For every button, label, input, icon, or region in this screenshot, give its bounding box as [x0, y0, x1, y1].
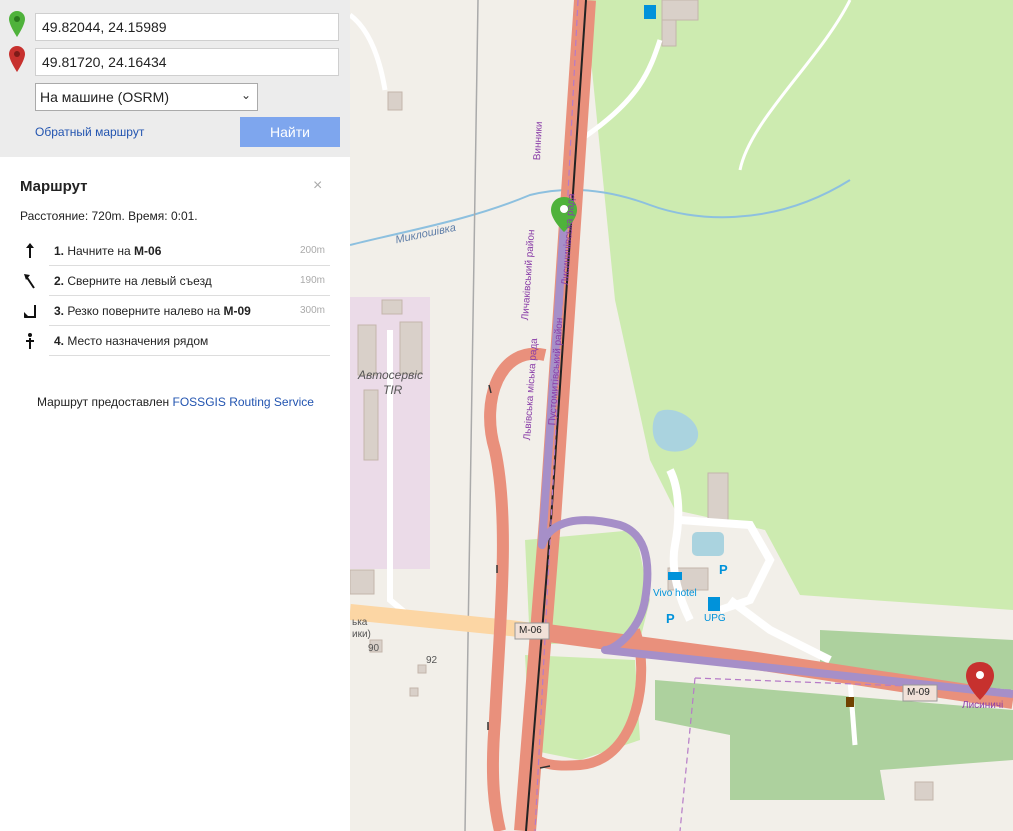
- hotel-label: Vivo hotel: [653, 588, 697, 599]
- routing-engine-selected: На машине (OSRM): [40, 89, 169, 105]
- end-marker-icon: [9, 46, 25, 72]
- step-distance: 200m: [299, 245, 325, 256]
- parking-icon: P: [666, 611, 675, 626]
- fuel-icon: [644, 5, 656, 19]
- routing-form: На машине (OSRM) ⌄ Обратный маршрут Найт…: [0, 0, 350, 157]
- house-number: 90: [368, 643, 380, 654]
- route-step[interactable]: 3. Резко поверните налево на M-09 300m: [20, 296, 330, 326]
- road-ref-m09: M-09: [907, 687, 930, 698]
- street-label-partial: ька: [352, 617, 368, 628]
- attribution: Маршрут предоставлен FOSSGIS Routing Ser…: [37, 395, 314, 409]
- map[interactable]: Миклошівка Автосервіс TIR Винники Личакі…: [350, 0, 1013, 831]
- parking-icon: P: [719, 562, 728, 577]
- autoservice-label-2: TIR: [383, 383, 403, 397]
- route-step[interactable]: 2. Сверните на левый съезд 190m: [20, 266, 330, 296]
- hotel-icon: [668, 572, 682, 580]
- fuel-icon: [708, 597, 720, 611]
- from-input[interactable]: [35, 13, 339, 41]
- house-number: 92: [426, 655, 438, 666]
- route-title: Маршрут: [20, 178, 88, 195]
- reverse-route-link[interactable]: Обратный маршрут: [35, 125, 144, 139]
- vynnyky-label: Винники: [532, 121, 546, 161]
- sidebar: На машине (OSRM) ⌄ Обратный маршрут Найт…: [0, 0, 350, 831]
- route-step[interactable]: 1. Начните на M-06 200m: [20, 236, 330, 266]
- autoservice-label: Автосервіс: [358, 368, 423, 382]
- map-canvas[interactable]: [350, 0, 1013, 831]
- lysynychi-label: Лисиничі: [962, 700, 1004, 711]
- route-step[interactable]: 4. Место назначения рядом: [20, 326, 330, 356]
- close-icon[interactable]: ×: [313, 177, 322, 195]
- road-ref-m06: M-06: [519, 625, 542, 636]
- step-distance: 300m: [299, 305, 325, 316]
- sharp-left-arrow-icon: [24, 305, 36, 318]
- chevron-down-icon: ⌄: [240, 88, 251, 102]
- find-button[interactable]: Найти: [240, 117, 340, 147]
- destination-person-icon: [26, 333, 34, 349]
- slight-left-arrow-icon: [24, 274, 35, 289]
- memorial-icon: [846, 697, 854, 707]
- to-input[interactable]: [35, 48, 339, 76]
- start-marker-icon: [9, 11, 25, 37]
- street-label-partial: ики): [352, 629, 371, 640]
- fossgis-link[interactable]: FOSSGIS Routing Service: [173, 395, 314, 409]
- step-distance: 190m: [299, 275, 325, 286]
- route-summary: Расстояние: 720m. Время: 0:01.: [20, 209, 198, 223]
- routing-engine-select[interactable]: На машине (OSRM) ⌄: [35, 83, 258, 111]
- straight-arrow-icon: [26, 243, 34, 258]
- fuel-label: UPG: [704, 613, 726, 624]
- pond: [692, 532, 724, 556]
